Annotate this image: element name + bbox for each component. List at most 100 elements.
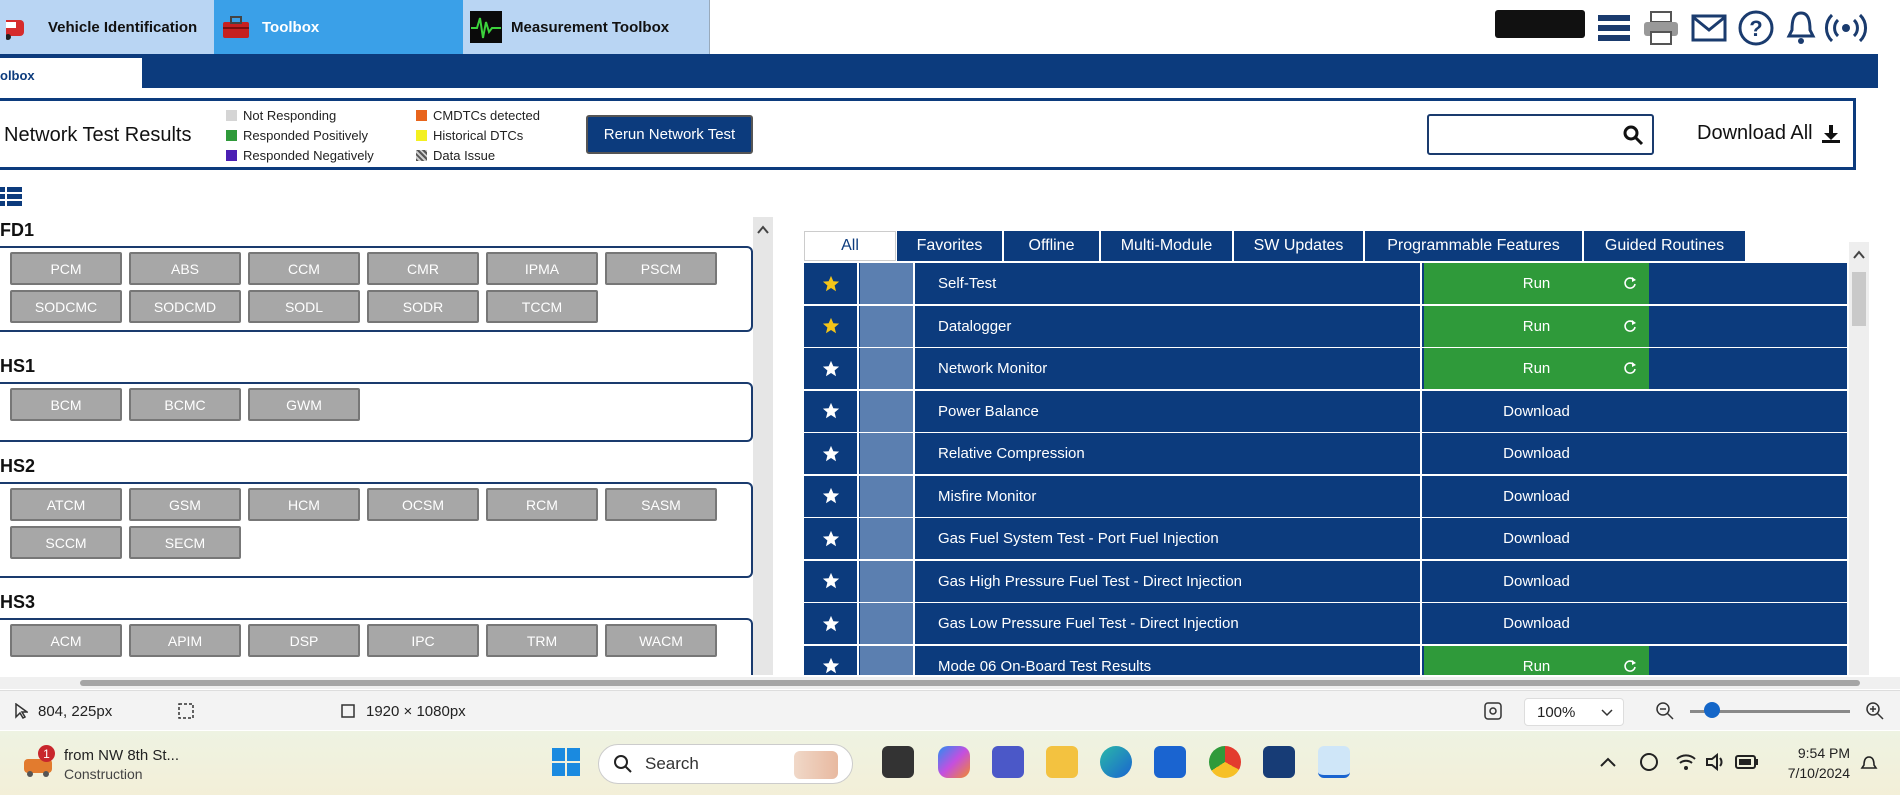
favorite-star-icon[interactable]: [804, 433, 859, 474]
tab-sw-updates[interactable]: SW Updates: [1234, 231, 1364, 261]
notification-bell-icon[interactable]: [1860, 755, 1878, 773]
copilot-icon[interactable]: [938, 746, 970, 778]
module-button-pcm[interactable]: PCM: [10, 252, 122, 285]
bell-icon[interactable]: [1782, 9, 1820, 47]
module-button-sasm[interactable]: SASM: [605, 488, 717, 521]
module-button-atcm[interactable]: ATCM: [10, 488, 122, 521]
module-button-bcmc[interactable]: BCMC: [129, 388, 241, 421]
wifi-icon[interactable]: [1675, 753, 1697, 771]
zoom-select[interactable]: 100%: [1524, 698, 1624, 726]
module-button-rcm[interactable]: RCM: [486, 488, 598, 521]
module-button-ccm[interactable]: CCM: [248, 252, 360, 285]
test-name[interactable]: Gas High Pressure Fuel Test - Direct Inj…: [917, 560, 1422, 602]
zoom-in-icon[interactable]: [1865, 691, 1885, 731]
tab-multi-module[interactable]: Multi-Module: [1101, 231, 1233, 261]
download-button[interactable]: Download: [1424, 476, 1649, 517]
module-button-secm[interactable]: SECM: [129, 526, 241, 559]
favorite-star-icon[interactable]: [804, 390, 859, 432]
chevron-up-icon[interactable]: [1600, 757, 1616, 767]
favorite-star-icon[interactable]: [804, 645, 859, 675]
module-button-ipma[interactable]: IPMA: [486, 252, 598, 285]
search-input[interactable]: [1427, 114, 1654, 155]
favorite-star-icon[interactable]: [804, 348, 859, 389]
search-icon[interactable]: [1622, 124, 1644, 146]
run-button[interactable]: Run: [1424, 645, 1649, 675]
module-button-bcm[interactable]: BCM: [10, 388, 122, 421]
module-button-tccm[interactable]: TCCM: [486, 290, 598, 323]
test-name[interactable]: Relative Compression: [917, 433, 1422, 474]
tab-toolbox[interactable]: Toolbox: [214, 0, 463, 54]
help-icon[interactable]: ?: [1737, 9, 1775, 47]
module-button-wacm[interactable]: WACM: [605, 624, 717, 657]
module-button-pscm[interactable]: PSCM: [605, 252, 717, 285]
refresh-icon[interactable]: [1623, 319, 1637, 333]
module-button-apim[interactable]: APIM: [129, 624, 241, 657]
mail-icon[interactable]: [1690, 9, 1728, 47]
download-button[interactable]: Download: [1424, 603, 1649, 644]
test-name[interactable]: Network Monitor: [917, 348, 1422, 389]
module-button-sodcmd[interactable]: SODCMD: [129, 290, 241, 323]
refresh-icon[interactable]: [1623, 659, 1637, 673]
test-name[interactable]: Power Balance: [917, 390, 1422, 432]
download-button[interactable]: Download: [1424, 518, 1649, 559]
battery-icon[interactable]: [1735, 755, 1759, 769]
file-explorer-icon[interactable]: [1046, 746, 1078, 778]
favorite-star-icon[interactable]: [804, 518, 859, 559]
favorite-star-icon[interactable]: [804, 560, 859, 602]
fdrs-icon[interactable]: [1263, 746, 1295, 778]
module-button-cmr[interactable]: CMR: [367, 252, 479, 285]
module-button-dsp[interactable]: DSP: [248, 624, 360, 657]
download-button[interactable]: Download: [1424, 433, 1649, 474]
test-name[interactable]: Self-Test: [917, 263, 1422, 304]
wireless-icon[interactable]: [1824, 9, 1868, 47]
favorite-star-icon[interactable]: [804, 263, 859, 304]
scrollbar-thumb[interactable]: [80, 680, 1860, 686]
tab-offline[interactable]: Offline: [1004, 231, 1100, 261]
tab-programmable-features[interactable]: Programmable Features: [1365, 231, 1583, 261]
refresh-icon[interactable]: [1623, 361, 1637, 375]
taskbar-search[interactable]: Search: [598, 744, 853, 784]
rerun-network-test-button[interactable]: Rerun Network Test: [586, 115, 753, 154]
tab-measurement-toolbox[interactable]: Measurement Toolbox: [463, 0, 710, 54]
tab-all[interactable]: All: [804, 231, 896, 261]
module-button-ocsm[interactable]: OCSM: [367, 488, 479, 521]
test-name[interactable]: Gas Fuel System Test - Port Fuel Injecti…: [917, 518, 1422, 559]
module-button-hcm[interactable]: HCM: [248, 488, 360, 521]
module-button-gsm[interactable]: GSM: [129, 488, 241, 521]
favorite-star-icon[interactable]: [804, 475, 859, 517]
module-button-sodr[interactable]: SODR: [367, 290, 479, 323]
module-button-gwm[interactable]: GWM: [248, 388, 360, 421]
clock[interactable]: 9:54 PM 7/10/2024: [1770, 745, 1850, 781]
windows-start-icon[interactable]: [550, 746, 582, 778]
test-list-scrollbar[interactable]: [1849, 242, 1869, 675]
test-name[interactable]: Mode 06 On-Board Test Results: [917, 645, 1422, 675]
favorite-star-icon[interactable]: [804, 305, 859, 347]
module-button-sodcmc[interactable]: SODCMC: [10, 290, 122, 323]
download-button[interactable]: Download: [1424, 391, 1649, 432]
module-button-sccm[interactable]: SCCM: [10, 526, 122, 559]
task-view-icon[interactable]: [882, 746, 914, 778]
zoom-slider-handle[interactable]: [1704, 702, 1720, 718]
scroll-up-icon[interactable]: [756, 223, 770, 235]
download-all-button[interactable]: Download All: [1697, 122, 1841, 145]
module-button-abs[interactable]: ABS: [129, 252, 241, 285]
module-button-sodl[interactable]: SODL: [248, 290, 360, 323]
sub-tab-toolbox[interactable]: olbox: [0, 58, 142, 88]
test-name[interactable]: Gas Low Pressure Fuel Test - Direct Inje…: [917, 603, 1422, 644]
run-button[interactable]: Run: [1424, 305, 1649, 347]
store-icon[interactable]: [1154, 746, 1186, 778]
scrollbar-thumb[interactable]: [1852, 272, 1866, 326]
chrome-icon[interactable]: [1209, 746, 1241, 778]
volume-icon[interactable]: [1705, 753, 1727, 771]
teams-icon[interactable]: [992, 746, 1024, 778]
module-button-ipc[interactable]: IPC: [367, 624, 479, 657]
horizontal-scrollbar[interactable]: [0, 677, 1900, 689]
run-button[interactable]: Run: [1424, 348, 1649, 389]
tab-guided-routines[interactable]: Guided Routines: [1584, 231, 1746, 261]
scroll-up-icon[interactable]: [1852, 248, 1866, 260]
notification-widget[interactable]: 1 from NW 8th St... Construction: [22, 745, 202, 785]
paint-icon[interactable]: [1318, 746, 1350, 778]
refresh-icon[interactable]: [1623, 276, 1637, 290]
zoom-out-icon[interactable]: [1655, 691, 1675, 731]
menu-icon[interactable]: [1595, 9, 1633, 47]
